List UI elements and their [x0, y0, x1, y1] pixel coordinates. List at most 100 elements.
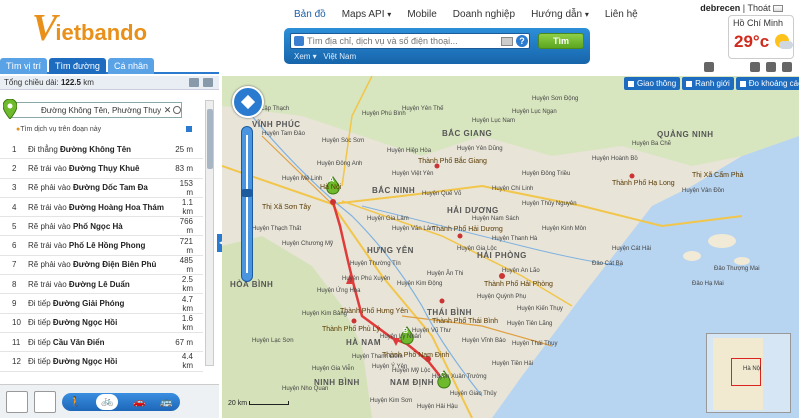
map-label: Huyện Phú Bình — [362, 111, 406, 117]
settings-icon[interactable] — [34, 391, 56, 413]
layer-boundary-button[interactable]: Ranh giới — [682, 77, 734, 90]
map-label: THÁI BÌNH — [427, 308, 472, 317]
tab-tim-vi-tri[interactable]: Tìm vị trí — [0, 58, 47, 74]
map-label: Huyện Yên Thế — [402, 106, 444, 112]
route-step[interactable]: 3 Rẽ phải vào Đường Dốc Tam Đa 153 m — [0, 179, 203, 198]
map-label: Huyện Quỳnh Phụ — [477, 294, 527, 300]
top-nav: Bản đồ Maps API ▾ Mobile Doanh nghiệp Hư… — [286, 8, 646, 22]
travel-mode-bar: 🚶 🚲 🚗 🚌 — [0, 384, 219, 418]
route-step[interactable]: 8 Rẽ trái vào Đường Lê Duẩn 2.5 km — [0, 275, 203, 295]
expand-icon[interactable] — [186, 126, 192, 132]
steps-scrollbar[interactable] — [205, 100, 214, 366]
map-label: Huyện Vĩnh Bảo — [462, 338, 506, 344]
map-label: Thành Phố Hưng Yên — [340, 308, 408, 315]
map-label: Huyện Hải Hậu — [417, 404, 458, 410]
route-step[interactable]: 9 Đi tiếp Đường Giải Phóng 4.7 km — [0, 294, 203, 314]
route-origin-value: Đường Không Tên, Phường Thụy Kh — [41, 105, 162, 115]
route-step[interactable]: 10 Đi tiếp Đường Ngọc Hồi 1.6 km — [0, 314, 203, 333]
print-icon[interactable] — [189, 78, 199, 87]
search-panel: ? Tìm Xem ▾ Việt Nam — [284, 28, 590, 64]
search-input[interactable] — [307, 36, 497, 46]
map-label: Huyện Thái Thụy — [512, 341, 558, 347]
minimap-viewport[interactable] — [731, 358, 761, 386]
map-label: VĨNH PHÚC — [252, 120, 301, 129]
tab-ca-nhan[interactable]: Cá nhân — [107, 58, 154, 74]
overview-minimap[interactable]: Hà Nội — [706, 333, 791, 413]
map-label: Huyện Ứng Hòa — [317, 288, 361, 294]
map-label: Huyện Kim Động — [397, 281, 443, 287]
user-separator: | — [742, 3, 746, 13]
nav-doanh-nghiep[interactable]: Doanh nghiệp — [445, 8, 523, 22]
username[interactable]: debrecen — [700, 3, 740, 13]
logout-link[interactable]: Thoát — [747, 3, 770, 13]
route-step[interactable]: 5 Rẽ phải vào Phố Ngọc Hà 766 m — [0, 217, 203, 237]
green-pin-icon — [3, 99, 17, 119]
route-service-hint[interactable]: ●Tìm dịch vụ trên đoạn này — [16, 126, 101, 133]
map-label: Huyện Chương Mỹ — [282, 241, 333, 247]
map-label: Thành Phố Thái Bình — [432, 318, 499, 325]
map-label: Huyện Thủy Nguyên — [522, 201, 577, 207]
map-label: Huyện Kim Sơn — [370, 398, 413, 404]
weather-widget[interactable]: Hồ Chí Minh 29°c — [728, 15, 794, 59]
map-label: Huyện Lục Ngạn — [512, 109, 557, 115]
bike-icon[interactable]: 🚲 — [96, 394, 119, 410]
marker-a-label: A — [329, 177, 335, 184]
lock-icon[interactable] — [6, 391, 28, 413]
zoom-track — [246, 135, 248, 273]
map-label: Thành Phố Bắc Giang — [418, 158, 487, 165]
nav-maps-api[interactable]: Maps API ▾ — [334, 8, 400, 22]
map-label: Đảo Thượng Mai — [714, 266, 760, 272]
keyboard-icon[interactable] — [501, 36, 513, 46]
map-label: Huyện Tam Đảo — [262, 131, 305, 137]
map-label: HẢI PHÒNG — [477, 251, 527, 260]
layer-traffic-button[interactable]: Giao thông — [624, 77, 681, 90]
search-button[interactable]: Tìm — [538, 33, 584, 49]
camera-icon[interactable] — [704, 62, 714, 72]
scrollbar-thumb[interactable] — [207, 109, 213, 169]
map-label: Huyện Kiến Thụy — [517, 306, 563, 312]
search-scope[interactable]: Xem ▾ Việt Nam — [294, 52, 356, 61]
route-step[interactable]: 2 Rẽ trái vào Đường Thụy Khuê 83 m — [0, 159, 203, 179]
route-step[interactable]: 12 Đi tiếp Đường Ngọc Hồi 4.4 km — [0, 352, 203, 372]
map-label: Thành Phố Hải Dương — [432, 226, 503, 233]
route-steps: 1 Đi thẳng Đường Không Tên 25 m 2 Rẽ trái v… — [0, 140, 203, 372]
weather-city: Hồ Chí Minh — [733, 18, 784, 28]
nav-lien-he[interactable]: Liên hệ — [597, 8, 646, 22]
search-icon[interactable] — [173, 106, 181, 114]
nav-mobile[interactable]: Mobile — [399, 8, 444, 22]
vietbando-logo[interactable]: V ietbando — [32, 9, 147, 47]
map-label: Huyện Thanh Hà — [492, 236, 538, 242]
close-route-icon[interactable] — [203, 78, 213, 87]
map-label: Huyện Nho Quan — [282, 386, 329, 392]
tab-tim-duong[interactable]: Tìm đường — [49, 58, 106, 74]
zoom-slider[interactable] — [241, 126, 253, 282]
header: V ietbando Bản đồ Maps API ▾ Mobile Doan… — [0, 0, 799, 64]
map-label: Huyện Giao Thủy — [450, 391, 497, 397]
share-icon[interactable] — [766, 62, 776, 72]
map-label: Huyện Đông Anh — [317, 161, 363, 167]
walk-icon[interactable]: 🚶 — [69, 397, 81, 408]
uk-flag-icon[interactable] — [773, 5, 783, 13]
nav-ban-do[interactable]: Bản đồ — [286, 8, 334, 22]
measure-distance-button[interactable]: Đo khoảng cách — [735, 77, 799, 90]
map-label: Huyện Ba Chẽ — [632, 141, 672, 147]
car-icon[interactable]: 🚗 — [133, 397, 145, 408]
zoom-knob[interactable] — [241, 189, 253, 197]
nav-huong-dan[interactable]: Hướng dẫn ▾ — [523, 8, 597, 22]
route-step[interactable]: 4 Rẽ trái vào Đường Hoàng Hoa Thám 1.1 km — [0, 198, 203, 218]
minimap-label: Hà Nội — [743, 366, 762, 372]
route-step[interactable]: 1 Đi thẳng Đường Không Tên 25 m — [0, 140, 203, 160]
layer-buttons: Giao thông Ranh giới Đo khoảng cách — [624, 77, 799, 90]
map-label: QUẢNG NINH — [657, 130, 714, 139]
route-step[interactable]: 6 Rẽ trái vào Phố Lê Hồng Phong 721 m — [0, 236, 203, 256]
fullscreen-icon[interactable] — [782, 62, 792, 72]
route-origin-field[interactable]: Đường Không Tên, Phường Thụy Kh ✕ — [3, 99, 182, 119]
bus-icon[interactable]: 🚌 — [160, 397, 172, 408]
map-label: Huyện Phú Xuyên — [342, 276, 391, 282]
help-icon[interactable]: ? — [516, 35, 528, 47]
route-step[interactable]: 7 Rẽ phải vào Đường Điện Biên Phủ 485 m — [0, 256, 203, 276]
print-map-icon[interactable] — [750, 62, 760, 72]
route-step[interactable]: 11 Đi tiếp Cầu Văn Điển 67 m — [0, 333, 203, 353]
clear-icon[interactable]: ✕ — [164, 105, 172, 116]
map-pan-control[interactable] — [232, 86, 264, 118]
